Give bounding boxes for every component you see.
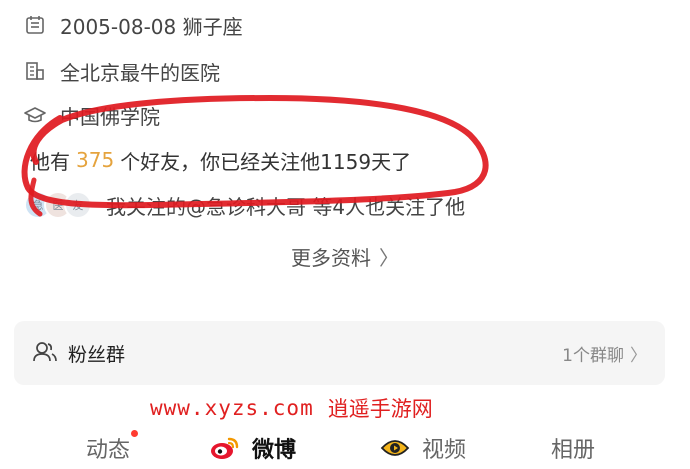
more-info-label: 更多资料 (291, 246, 371, 270)
watermark-name: 逍遥手游网 (327, 397, 433, 421)
group-icon (32, 340, 58, 366)
graduation-cap-icon (24, 104, 46, 126)
mutual-avatars: 急 医 友 (24, 191, 92, 219)
tab-label: 微博 (252, 438, 297, 463)
tab-dynamic-label-wrap: 动态 (86, 430, 139, 464)
school-text: 中国佛学院 (60, 104, 160, 129)
birthday-text: 2005-08-08 狮子座 (60, 14, 243, 39)
profile-tab-bar: 动态 微博 视频 相册 (0, 428, 690, 469)
tab-dynamic[interactable]: 动态 (86, 430, 139, 464)
video-eye-icon (380, 435, 410, 461)
tab-video[interactable]: 视频 (380, 432, 466, 464)
tab-label: 动态 (86, 438, 131, 463)
chevron-right-icon: 〉 (630, 345, 647, 366)
company-text: 全北京最牛的医院 (60, 60, 220, 85)
fans-group-label: 粉丝群 (68, 343, 126, 366)
weibo-logo-icon (210, 435, 240, 461)
company-row: 全北京最牛的医院 (24, 56, 220, 86)
building-icon (24, 60, 46, 82)
tab-weibo[interactable]: 微博 (210, 432, 296, 464)
fans-group-count: 1个群聊 (562, 345, 624, 366)
mutual-follow-row[interactable]: 急 医 友 我关注的@急诊科大哥 等4人也关注了他 (24, 190, 465, 220)
tab-album[interactable]: 相册 (551, 432, 595, 464)
notification-dot (131, 430, 139, 437)
birthday-row: 2005-08-08 狮子座 (24, 10, 243, 40)
friends-count[interactable]: 375 (76, 148, 114, 172)
tab-label: 视频 (422, 438, 467, 463)
mutual-follow-text: 我关注的@急诊科大哥 等4人也关注了他 (106, 194, 466, 219)
school-row: 中国佛学院 (24, 100, 160, 130)
calendar-icon (24, 14, 46, 36)
chevron-right-icon: 〉 (379, 246, 399, 270)
friends-prefix: 他有 (30, 149, 70, 174)
friends-suffix: 个好友，你已经关注他1159天了 (120, 149, 412, 174)
tab-label: 相册 (551, 438, 596, 463)
watermark-url: www.xyzs.com (150, 396, 314, 420)
fans-group-card[interactable]: 粉丝群 1个群聊 〉 (14, 321, 665, 385)
watermark: www.xyzs.com 逍遥手游网 (150, 393, 433, 423)
more-info-link[interactable]: 更多资料〉 (0, 242, 690, 271)
friends-row: 他有 375 个好友，你已经关注他1159天了 (30, 145, 411, 175)
avatar: 友 (64, 191, 92, 219)
